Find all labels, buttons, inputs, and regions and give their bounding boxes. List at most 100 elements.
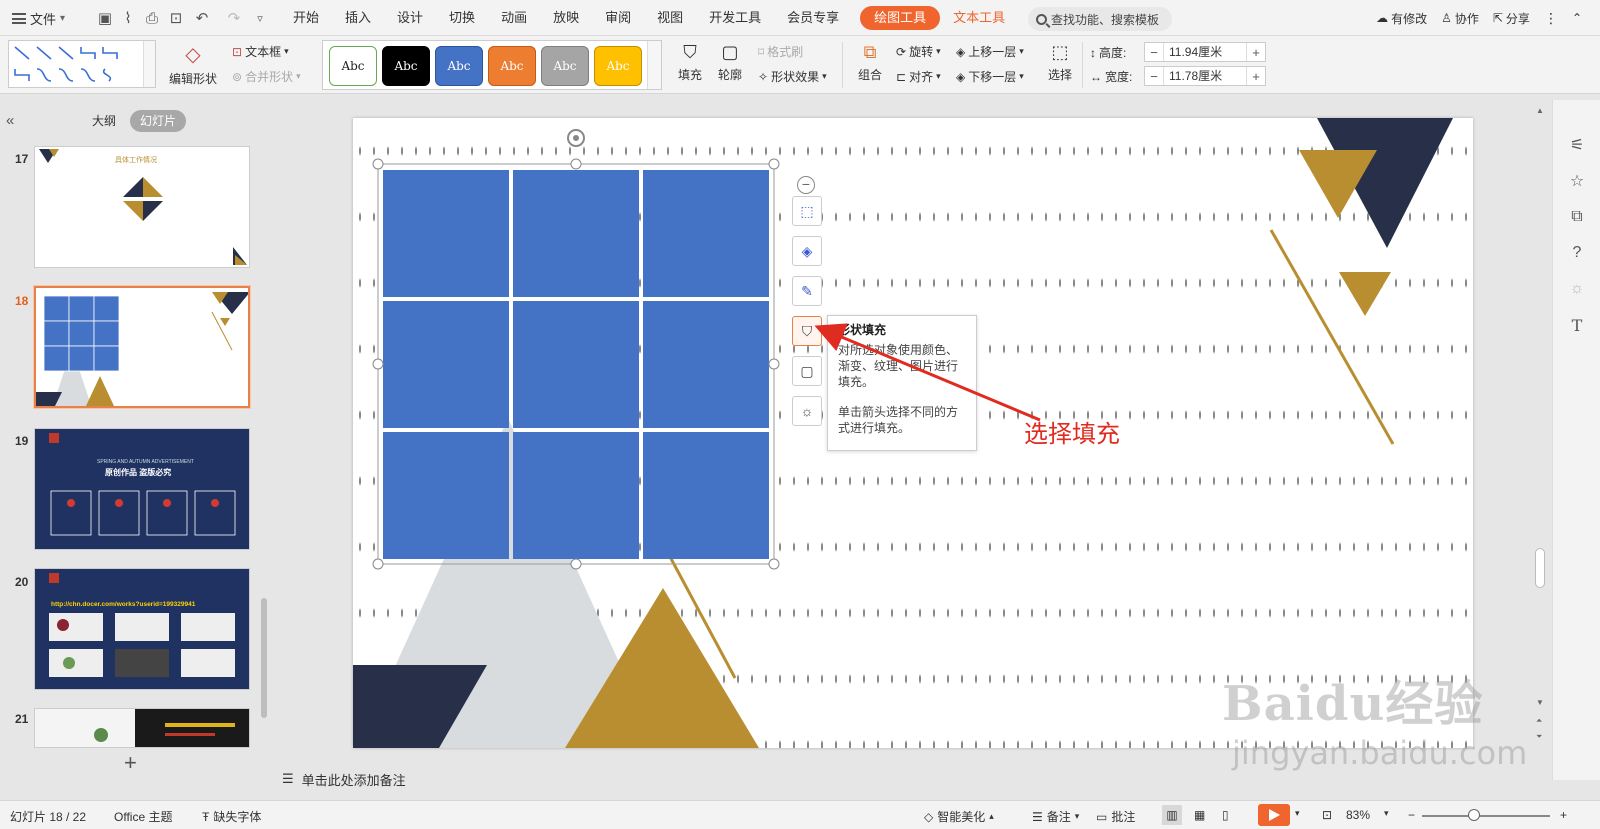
share-button[interactable]: ⇱ 分享 [1493,10,1530,27]
normal-view-icon[interactable]: ▥ [1162,805,1182,825]
notes-button[interactable]: ☰ 备注 ▾ [1032,808,1079,825]
shape-style-2[interactable]: Abc [435,46,483,86]
properties-icon[interactable]: ⚟ [1566,134,1588,156]
grid-cell[interactable] [513,301,639,428]
tab-review[interactable]: 审阅 [592,6,644,30]
text-box-button[interactable]: ⊡ 文本框 ▾ [232,43,289,60]
tab-home[interactable]: 开始 [280,6,332,30]
collaborate-button[interactable]: ♙ 协作 [1441,10,1479,27]
outline-button[interactable]: ▢ 轮廓 [712,42,748,83]
customize-quick-access-icon[interactable]: ▿ [250,8,270,28]
tab-drawing-tools[interactable]: 绘图工具 [860,6,941,30]
tab-insert[interactable]: 插入 [332,6,384,30]
merge-shape-button[interactable]: ⊚ 合并形状 ▾ [232,68,301,85]
scroll-thumb[interactable] [1535,548,1545,588]
fill-button[interactable]: ⛉ 填充 [672,42,708,83]
tab-slides[interactable]: 幻灯片 [130,110,187,132]
rotate-button[interactable]: ⟳ 旋转 ▾ [896,43,941,60]
gallery-scroll[interactable] [143,41,155,87]
slideshow-play-button[interactable] [1258,804,1290,826]
fit-window-icon[interactable]: ⊡ [1322,808,1332,822]
resize-handle[interactable] [372,558,384,570]
shape-style-1[interactable]: Abc [382,46,430,86]
panel-scrollbar[interactable] [261,598,267,718]
resize-handle[interactable] [570,558,582,570]
animation-icon[interactable]: ☆ [1566,170,1588,192]
help-icon[interactable]: ? [1566,242,1588,264]
tab-design[interactable]: 设计 [384,6,436,30]
add-slide-icon[interactable]: + [124,750,137,776]
shape-effect-button[interactable]: ✧ 形状效果 ▾ [758,68,827,85]
chevron-down-icon[interactable]: ▾ [1384,808,1389,819]
resize-handle[interactable] [768,358,780,370]
zoom-level[interactable]: 83% [1346,808,1370,822]
resize-handle[interactable] [768,158,780,170]
grid-cell[interactable] [643,170,769,297]
zoom-slider-knob[interactable] [1468,809,1480,821]
reading-view-icon[interactable]: ▯ [1222,808,1229,822]
text-tool-icon[interactable]: T [1566,314,1588,336]
scroll-down-icon[interactable]: ▼ [1536,698,1544,707]
shape-select-button[interactable]: ⬚ [792,196,822,226]
shape-style-5[interactable]: Abc [594,46,642,86]
resize-handle[interactable] [570,158,582,170]
page-down-icon[interactable]: ⏷ [1536,732,1542,742]
format-painter-button[interactable]: ⌑ 格式刷 [758,43,803,60]
grid-cell[interactable] [643,432,769,559]
zoom-slider[interactable] [1422,815,1550,817]
grid-cell[interactable] [383,432,509,559]
slide-thumbnail-21[interactable] [34,708,250,748]
print-icon[interactable]: ⎙ [142,8,162,28]
more-menu-button[interactable]: ⋮ [1544,10,1558,27]
grid-cell[interactable] [513,170,639,297]
slide-thumbnail-20[interactable]: http://chn.docer.com/works?userid=199329… [34,568,250,690]
edit-shape-button[interactable]: ◇ 编辑形状 [166,42,220,87]
file-menu[interactable]: 文件 ▾ [12,8,65,28]
missing-font-button[interactable]: Ŧ 缺失字体 [202,808,261,825]
slide-thumbnail-19[interactable]: SPRING AND AUTUMN ADVERTISEMENT 原创作品 盗版必… [34,428,250,550]
grid-cell[interactable] [643,301,769,428]
shape-fill-button[interactable]: ⛉ [792,316,822,346]
shape-style-0[interactable]: Abc [329,46,377,86]
zoom-in-icon[interactable]: + [1560,808,1567,822]
lightbulb-icon[interactable]: ☼ [1566,278,1588,300]
tab-slideshow[interactable]: 放映 [540,6,592,30]
chevron-down-icon[interactable]: ▾ [1295,808,1300,819]
tab-view[interactable]: 视图 [644,6,696,30]
zoom-out-icon[interactable]: − [1408,808,1415,822]
line-shapes-gallery[interactable] [8,40,156,88]
resize-handle[interactable] [372,158,384,170]
width-decrease-button[interactable]: − [1145,69,1163,84]
canvas-scrollbar[interactable]: ▲ ▼ ⏶ ⏷ [1533,106,1547,748]
group-button[interactable]: ⧉ 组合 [852,42,888,83]
tab-developer[interactable]: 开发工具 [696,6,774,30]
grid-cell[interactable] [383,170,509,297]
select-button[interactable]: ⬚ 选择 [1042,42,1078,83]
scroll-up-icon[interactable]: ▲ [1536,106,1544,115]
modified-button[interactable]: ☁ 有修改 [1376,10,1427,27]
tab-animation[interactable]: 动画 [488,6,540,30]
send-backward-button[interactable]: ◈ 下移一层 ▾ [956,68,1024,85]
grid-cell[interactable] [513,432,639,559]
undo-icon[interactable]: ↶ [192,8,212,28]
align-button[interactable]: ⊏ 对齐 ▾ [896,68,941,85]
grid-cell[interactable] [383,301,509,428]
shape-style-3[interactable]: Abc [488,46,536,86]
collapse-panel-icon[interactable]: « [6,112,14,129]
resize-handle[interactable] [372,358,384,370]
tab-member[interactable]: 会员专享 [774,6,852,30]
height-decrease-button[interactable]: − [1145,45,1163,60]
shape-style-button[interactable]: ✎ [792,276,822,306]
blue-grid-group[interactable] [383,170,769,559]
comments-button[interactable]: ▭ 批注 [1096,808,1135,825]
redo-icon[interactable]: ↷ [224,8,244,28]
shape-effect-button[interactable]: ☼ [792,396,822,426]
tab-outline[interactable]: 大纲 [82,110,126,132]
collapse-toolbar-icon[interactable]: − [797,176,815,194]
bring-forward-button[interactable]: ◈ 上移一层 ▾ [956,43,1024,60]
width-value[interactable]: 11.78厘米 [1163,67,1247,85]
width-increase-button[interactable]: + [1247,69,1265,84]
height-increase-button[interactable]: + [1247,45,1265,60]
transition-icon[interactable]: ⧉ [1566,206,1588,228]
search-box[interactable]: 查找功能、搜索模板 [1028,7,1172,31]
